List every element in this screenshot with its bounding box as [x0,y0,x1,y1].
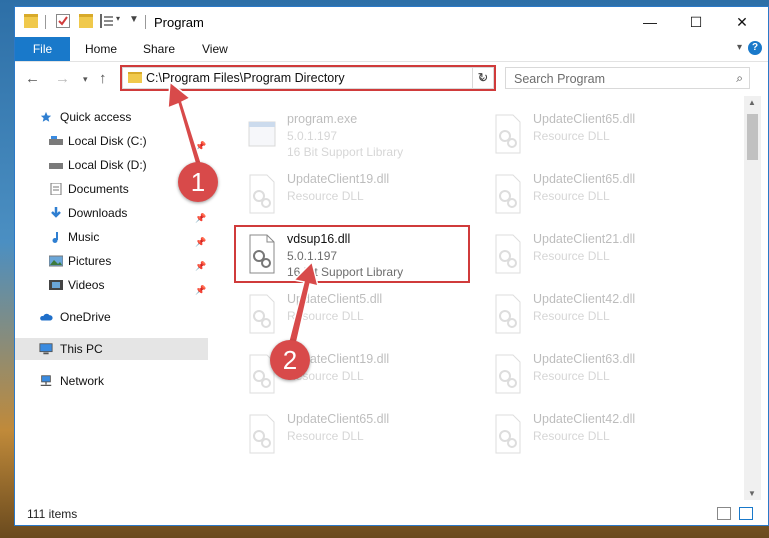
annotation-badge-1: 1 [178,162,218,202]
annotation-arrows [167,80,320,355]
annotation-badge-2: 2 [270,340,310,380]
